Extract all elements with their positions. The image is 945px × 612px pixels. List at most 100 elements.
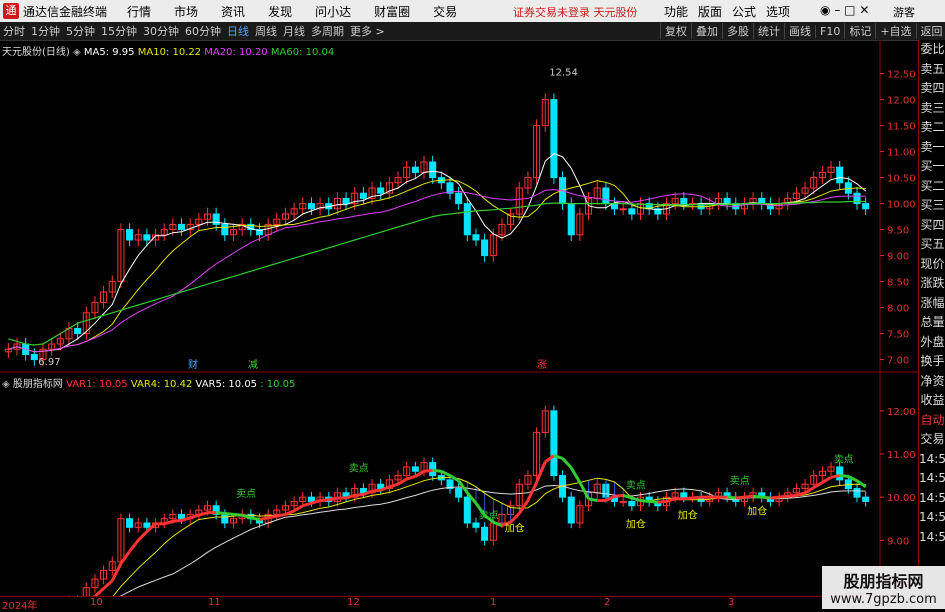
var1-line-segment: [770, 495, 780, 500]
tool-f10[interactable]: F10: [815, 24, 844, 38]
var1-line-segment: [821, 475, 832, 484]
tab-15min[interactable]: 15分钟: [98, 23, 140, 39]
window-controls[interactable]: ◉ – □ ✕: [820, 3, 869, 17]
maximize-icon[interactable]: □: [844, 3, 855, 17]
indicator-candle-body: [143, 522, 151, 528]
date-axis: 2024年 10 11 12 1 2 3: [0, 596, 918, 612]
main-candle-body: [481, 239, 489, 257]
menu-item-trade[interactable]: 交易: [433, 3, 457, 20]
sidebar-item-change-pct[interactable]: 涨幅: [919, 294, 945, 314]
var1-line-segment: [423, 468, 433, 473]
close-icon[interactable]: ✕: [859, 3, 869, 17]
indicator-candle-body: [472, 522, 480, 528]
sidebar-item-change[interactable]: 涨跌: [919, 274, 945, 294]
price-tick-label: 12.50: [887, 70, 916, 81]
var1-line-segment: [354, 493, 364, 497]
tab-monthly[interactable]: 月线: [280, 23, 308, 39]
price-tick-label: 8.00: [887, 304, 909, 315]
menu-item-formula[interactable]: 公式: [732, 3, 756, 20]
guest-label[interactable]: 游客: [893, 4, 915, 20]
user-icon[interactable]: ◉: [820, 3, 830, 17]
menu-item-functions[interactable]: 功能: [664, 3, 688, 20]
tool-mark[interactable]: 标记: [844, 23, 875, 39]
var1-line-segment: [518, 499, 530, 515]
kline-chart[interactable]: 卖点卖点卖点卖点卖点卖点加仓加仓加仓加仓加仓 12.5012.0011.5011…: [0, 40, 918, 596]
var1-line-segment: [406, 474, 416, 481]
sidebar-item-bid4[interactable]: 买四: [919, 216, 945, 236]
event-marker-finance[interactable]: 财: [188, 358, 198, 371]
sidebar-item-bid5[interactable]: 买五: [919, 235, 945, 255]
tab-timeshare[interactable]: 分时: [0, 23, 28, 39]
price-ticks-group: 12.50 12.00 11.50 11.00 10.50 10.00 9.50 9.00 8.…: [880, 70, 916, 590]
menu-item-wealth[interactable]: 财富圈: [374, 3, 410, 20]
tab-30min[interactable]: 30分钟: [140, 23, 182, 39]
right-menu: 功能 版面 公式 选项: [664, 3, 800, 20]
var1-line-segment: [119, 550, 131, 565]
period-tab-bar: 分时 1分钟 5分钟 15分钟 30分钟 60分钟 日线 周线 月线 多周期 更…: [0, 22, 945, 41]
sidebar-auto-trade[interactable]: 自动: [919, 411, 945, 431]
app-logo-icon: 通: [3, 3, 19, 19]
menu-item-quotes[interactable]: 行情: [127, 3, 151, 20]
sidebar-item-ask5[interactable]: 卖五: [919, 60, 945, 80]
tab-1min[interactable]: 1分钟: [28, 23, 63, 39]
event-marker-reduce[interactable]: 减: [248, 359, 258, 371]
var1-line-segment: [569, 467, 582, 484]
menu-item-assistant[interactable]: 问小达: [315, 3, 351, 20]
sidebar-item-earnings[interactable]: 收益: [919, 391, 945, 411]
sell-signal-label: 卖点: [479, 510, 499, 522]
event-marker-rise[interactable]: 涨: [537, 359, 547, 371]
indicator-tick-label: 10.00: [887, 493, 916, 504]
sidebar-item-weibi[interactable]: 委比: [919, 40, 945, 60]
ma60-line: [8, 200, 866, 346]
main-candle-body: [221, 223, 229, 236]
sidebar-item-ask2[interactable]: 卖二: [919, 118, 945, 138]
sidebar-item-bid1[interactable]: 买一: [919, 157, 945, 177]
sidebar-item-volume[interactable]: 总量: [919, 313, 945, 333]
tool-draw[interactable]: 画线: [784, 23, 815, 39]
sidebar-trade[interactable]: 交易: [919, 430, 945, 450]
date-tick: 11: [208, 597, 221, 608]
sidebar-item-turnover[interactable]: 换手: [919, 352, 945, 372]
minimize-icon[interactable]: –: [834, 3, 840, 17]
main-candle-body: [680, 197, 688, 205]
tool-multi-stock[interactable]: 多股: [722, 23, 753, 39]
sidebar-item-ask1[interactable]: 卖一: [919, 138, 945, 158]
sidebar-item-outer[interactable]: 外盘: [919, 333, 945, 353]
menu-item-options[interactable]: 选项: [766, 3, 790, 20]
indicator-pane-group: 卖点卖点卖点卖点卖点卖点加仓加仓加仓加仓加仓: [68, 405, 870, 596]
menu-item-discover[interactable]: 发现: [268, 3, 292, 20]
tool-overlay[interactable]: 叠加: [691, 23, 722, 39]
main-candle-body: [342, 197, 350, 205]
sidebar-item-ask3[interactable]: 卖三: [919, 99, 945, 119]
menu-item-layout[interactable]: 版面: [698, 3, 722, 20]
tool-adjust[interactable]: 复权: [660, 23, 691, 39]
main-candle-body: [143, 234, 151, 241]
price-tick-label: 12.00: [887, 96, 916, 107]
login-notice[interactable]: 证券交易未登录 天元股份: [513, 4, 638, 20]
main-candle-body: [472, 234, 480, 241]
tab-weekly[interactable]: 周线: [252, 23, 280, 39]
menu-item-news[interactable]: 资讯: [221, 3, 245, 20]
tab-daily[interactable]: 日线: [224, 23, 252, 39]
sidebar-time: 14:56: [919, 529, 945, 544]
tool-add-watchlist[interactable]: +自选: [875, 23, 915, 39]
sidebar-item-bid2[interactable]: 买二: [919, 177, 945, 197]
tab-more[interactable]: 更多 >: [347, 23, 388, 39]
sidebar-item-price[interactable]: 现价: [919, 255, 945, 275]
add-position-signal-label: 加仓: [626, 517, 646, 530]
sidebar-item-net-assets[interactable]: 净资: [919, 372, 945, 392]
var1-line-segment: [440, 469, 451, 477]
sidebar-item-ask4[interactable]: 卖四: [919, 79, 945, 99]
sell-signal-label: 卖点: [730, 475, 750, 487]
var1-line-segment: [276, 512, 286, 518]
menu-item-market[interactable]: 市场: [174, 3, 198, 20]
date-tick: 12: [347, 597, 360, 608]
tab-5min[interactable]: 5分钟: [63, 23, 98, 39]
var1-line-segment: [735, 495, 745, 500]
tool-stats[interactable]: 统计: [753, 23, 784, 39]
tab-60min[interactable]: 60分钟: [182, 23, 224, 39]
sidebar-item-bid3[interactable]: 买三: [919, 196, 945, 216]
tab-multi-period[interactable]: 多周期: [308, 23, 347, 39]
var1-line-segment: [388, 482, 399, 489]
tool-back[interactable]: 返回: [915, 23, 945, 39]
